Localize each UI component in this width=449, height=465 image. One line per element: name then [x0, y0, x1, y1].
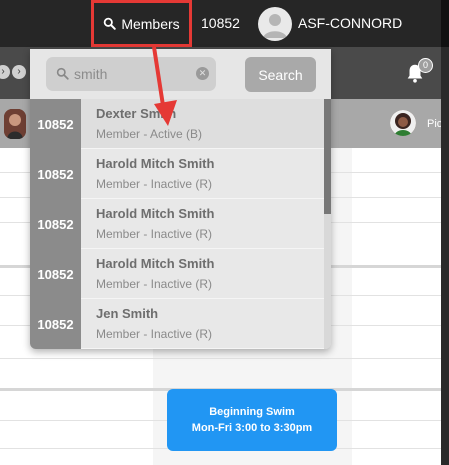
result-name: Jen Smith	[96, 306, 159, 321]
user-avatar[interactable]	[258, 7, 292, 41]
staff-photo[interactable]	[4, 109, 26, 139]
members-label: Members	[121, 15, 180, 32]
search-icon	[104, 17, 117, 30]
right-edge	[441, 47, 449, 465]
result-status: Member - Inactive (R)	[96, 327, 213, 341]
result-id: 10852	[30, 249, 81, 299]
search-results: 10852 Dexter Smith Member - Active (B) 1…	[30, 99, 331, 349]
clear-icon[interactable]: ✕	[196, 67, 209, 80]
result-id: 10852	[30, 99, 81, 149]
staff-photo[interactable]	[390, 110, 416, 136]
user-name[interactable]: ASF-CONNORD	[298, 15, 402, 31]
person-icon	[4, 109, 26, 139]
search-button[interactable]: Search	[245, 57, 316, 92]
class-time: Mon-Fri 3:00 to 3:30pm	[191, 422, 313, 434]
result-body: Harold Mitch Smith Member - Inactive (R)	[81, 149, 324, 199]
result-body: Harold Mitch Smith Member - Inactive (R)	[81, 249, 324, 299]
scrollbar-thumb[interactable]	[324, 99, 331, 214]
result-body: Jen Smith Member - Inactive (R)	[81, 299, 324, 349]
result-row[interactable]: 10852 Dexter Smith Member - Active (B)	[30, 99, 324, 149]
result-name: Harold Mitch Smith	[96, 256, 215, 271]
members-search-button[interactable]: Members	[91, 0, 192, 47]
notification-badge: 0	[418, 58, 433, 73]
result-row[interactable]: 10852 Harold Mitch Smith Member - Inacti…	[30, 149, 324, 199]
search-field[interactable]: ✕	[46, 57, 216, 91]
chevron-right-icon[interactable]: ›	[12, 65, 26, 79]
result-status: Member - Inactive (R)	[96, 227, 213, 241]
search-input[interactable]	[74, 63, 194, 85]
result-id: 10852	[30, 149, 81, 199]
member-search-dropdown: ✕ Search 10852 Dexter Smith Member - Act…	[30, 49, 331, 349]
result-row[interactable]: 10852 Harold Mitch Smith Member - Inacti…	[30, 249, 324, 299]
result-name: Dexter Smith	[96, 106, 177, 121]
class-card[interactable]: Beginning Swim Mon-Fri 3:00 to 3:30pm	[167, 389, 337, 451]
result-name: Harold Mitch Smith	[96, 156, 215, 171]
grid-line	[0, 358, 441, 359]
result-row[interactable]: 10852 Jen Smith Member - Inactive (R)	[30, 299, 324, 349]
result-id: 10852	[30, 299, 81, 349]
search-icon	[56, 67, 69, 80]
class-title: Beginning Swim	[209, 406, 295, 418]
result-id: 10852	[30, 199, 81, 249]
result-body: Harold Mitch Smith Member - Inactive (R)	[81, 199, 324, 249]
result-status: Member - Active (B)	[96, 127, 203, 141]
result-body: Dexter Smith Member - Active (B)	[81, 99, 324, 149]
result-row[interactable]: 10852 Harold Mitch Smith Member - Inacti…	[30, 199, 324, 249]
staff-name: Pic	[427, 118, 443, 130]
member-number: 10852	[201, 15, 240, 31]
user-icon	[263, 14, 287, 38]
result-name: Harold Mitch Smith	[96, 206, 215, 221]
result-status: Member - Inactive (R)	[96, 177, 213, 191]
person-icon	[390, 110, 416, 136]
top-edge	[441, 0, 449, 47]
result-status: Member - Inactive (R)	[96, 277, 213, 291]
